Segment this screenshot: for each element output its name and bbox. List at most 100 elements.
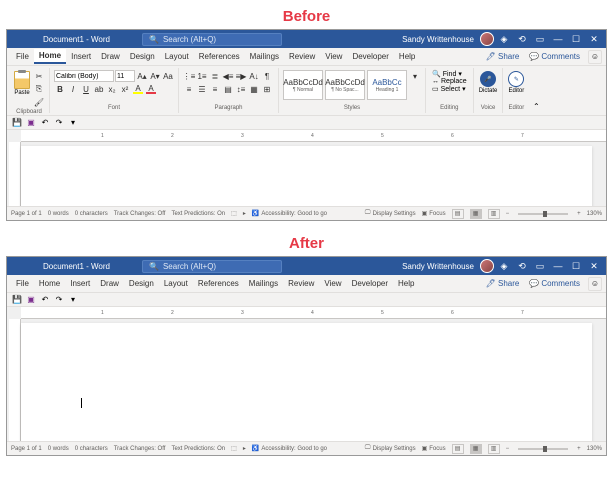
word-count[interactable]: 0 words <box>48 211 69 217</box>
feedback-icon[interactable]: ☺ <box>588 50 602 64</box>
dictate-button[interactable]: 🎤 Dictate <box>478 70 499 95</box>
cut-icon[interactable]: ✂ <box>33 70 45 82</box>
tab-references[interactable]: References <box>194 50 245 63</box>
change-case-icon[interactable]: Aa <box>162 70 174 82</box>
bold-button[interactable]: B <box>54 83 66 95</box>
diamond-icon[interactable]: ◈ <box>496 31 512 47</box>
superscript-button[interactable]: x² <box>119 83 131 95</box>
read-mode-icon[interactable]: ▤ <box>452 444 464 454</box>
tab-layout[interactable]: Layout <box>159 277 193 290</box>
decrease-font-icon[interactable]: A▾ <box>149 70 161 82</box>
web-layout-icon[interactable]: ▥ <box>488 444 500 454</box>
document-page[interactable] <box>21 146 592 206</box>
char-count[interactable]: 0 characters <box>75 446 108 452</box>
accessibility[interactable]: ♿ Accessibility: Good to go <box>252 445 327 452</box>
tab-file[interactable]: File <box>11 277 34 290</box>
bullets-icon[interactable]: ⋮≡ <box>183 70 195 82</box>
font-size-select[interactable] <box>115 70 135 82</box>
zoom-slider[interactable] <box>518 448 568 450</box>
print-layout-icon[interactable]: ▦ <box>470 209 482 219</box>
page-indicator[interactable]: Page 1 of 1 <box>11 211 42 217</box>
tab-view[interactable]: View <box>320 50 347 63</box>
qat-more-icon[interactable]: ▾ <box>67 117 79 129</box>
tab-draw[interactable]: Draw <box>95 277 124 290</box>
comments-button[interactable]: 💬 Comments <box>523 279 586 288</box>
paste-button[interactable]: Paste <box>13 70 31 97</box>
track-changes[interactable]: Track Changes: Off <box>114 211 166 217</box>
tab-references[interactable]: References <box>193 277 244 290</box>
tab-insert[interactable]: Insert <box>66 50 96 63</box>
tab-developer[interactable]: Developer <box>347 50 393 63</box>
style-normal[interactable]: AaBbCcDd ¶ Normal <box>283 70 323 100</box>
strike-button[interactable]: ab <box>93 83 105 95</box>
highlight-button[interactable]: A <box>132 83 144 95</box>
redo-icon[interactable]: ↷ <box>53 294 65 306</box>
share-button[interactable]: 🖊 Share <box>482 279 524 288</box>
align-left-icon[interactable]: ≡ <box>183 83 195 95</box>
avatar[interactable] <box>480 259 494 273</box>
font-color-button[interactable]: A <box>145 83 157 95</box>
shading-icon[interactable]: ▦ <box>248 83 260 95</box>
select-button[interactable]: ▭Select ▾ <box>430 85 469 93</box>
minimize-icon[interactable]: — <box>550 31 566 47</box>
zoom-out-icon[interactable]: − <box>506 446 510 452</box>
search-input[interactable]: 🔍 Search (Alt+Q) <box>142 260 282 273</box>
read-mode-icon[interactable]: ▤ <box>452 209 464 219</box>
save-icon[interactable]: 💾 <box>11 117 23 129</box>
tab-design[interactable]: Design <box>124 277 159 290</box>
find-button[interactable]: 🔍Find ▾ <box>430 70 469 78</box>
feedback-icon[interactable]: ☺ <box>588 277 602 291</box>
zoom-in-icon[interactable]: + <box>577 446 581 452</box>
display-settings[interactable]: 🖵 Display Settings <box>365 210 416 217</box>
multilevel-icon[interactable]: ≣ <box>209 70 221 82</box>
tab-home[interactable]: Home <box>34 49 66 64</box>
focus-mode[interactable]: ▣ Focus <box>422 445 446 452</box>
search-input[interactable]: 🔍 Search (Alt+Q) <box>142 33 282 46</box>
tab-file[interactable]: File <box>11 50 34 63</box>
close-icon[interactable]: ✕ <box>586 258 602 274</box>
lang-icon[interactable]: ⬚ <box>231 445 237 452</box>
format-painter-icon[interactable]: 🖌 <box>33 96 45 108</box>
borders-icon[interactable]: ⊞ <box>261 83 273 95</box>
tab-developer[interactable]: Developer <box>347 277 393 290</box>
undo-icon[interactable]: ↶ <box>39 294 51 306</box>
macro-icon[interactable]: ▸ <box>243 210 246 217</box>
display-settings[interactable]: 🖵 Display Settings <box>365 445 416 452</box>
italic-button[interactable]: I <box>67 83 79 95</box>
accessibility[interactable]: ♿ Accessibility: Good to go <box>252 210 327 217</box>
maximize-icon[interactable]: ☐ <box>568 258 584 274</box>
vertical-ruler[interactable] <box>9 142 21 206</box>
web-layout-icon[interactable]: ▥ <box>488 209 500 219</box>
save-icon[interactable]: 💾 <box>11 294 23 306</box>
text-predictions[interactable]: Text Predictions: On <box>171 211 225 217</box>
tab-layout[interactable]: Layout <box>160 50 194 63</box>
redo-icon[interactable]: ↷ <box>53 117 65 129</box>
minimize-icon[interactable]: — <box>550 258 566 274</box>
qat-icon[interactable]: ▣ <box>25 294 37 306</box>
align-center-icon[interactable]: ☰ <box>196 83 208 95</box>
close-icon[interactable]: ✕ <box>586 31 602 47</box>
maximize-icon[interactable]: ☐ <box>568 31 584 47</box>
collapse-ribbon-icon[interactable]: ⌃ <box>529 99 543 113</box>
share-button[interactable]: 🖊 Share <box>482 52 524 61</box>
spacing-icon[interactable]: ↕≡ <box>235 83 247 95</box>
avatar[interactable] <box>480 32 494 46</box>
font-name-select[interactable] <box>54 70 114 82</box>
qat-icon[interactable]: ▣ <box>25 117 37 129</box>
copy-icon[interactable]: ⎘ <box>33 83 45 95</box>
show-marks-icon[interactable]: ¶ <box>261 70 273 82</box>
horizontal-ruler[interactable]: 1 2 3 4 5 6 7 <box>21 307 606 319</box>
word-count[interactable]: 0 words <box>48 446 69 452</box>
increase-indent-icon[interactable]: ≡▶ <box>235 70 247 82</box>
horizontal-ruler[interactable]: 1 2 3 4 5 6 7 <box>21 130 606 142</box>
tab-help[interactable]: Help <box>394 50 420 63</box>
style-heading1[interactable]: AaBbCc Heading 1 <box>367 70 407 100</box>
undo-icon[interactable]: ↶ <box>39 117 51 129</box>
zoom-in-icon[interactable]: + <box>577 211 581 217</box>
ribbon-options-icon[interactable]: ▭ <box>532 31 548 47</box>
tab-review[interactable]: Review <box>283 277 319 290</box>
char-count[interactable]: 0 characters <box>75 211 108 217</box>
qat-more-icon[interactable]: ▾ <box>67 294 79 306</box>
sync-icon[interactable]: ⟲ <box>514 258 530 274</box>
tab-home[interactable]: Home <box>34 277 65 290</box>
